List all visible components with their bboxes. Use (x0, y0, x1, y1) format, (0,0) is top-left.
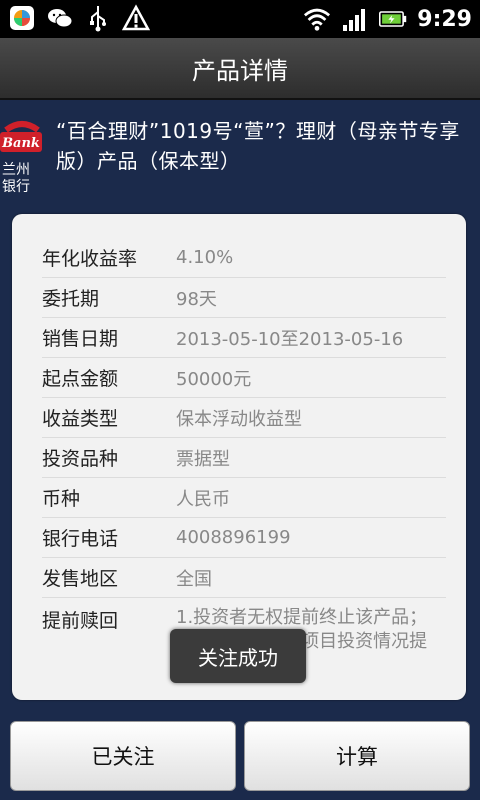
detail-row-term: 委托期 98天 (42, 278, 446, 318)
wifi-icon (303, 5, 331, 33)
detail-list: 年化收益率 4.10% 委托期 98天 销售日期 2013-05-10至2013… (12, 238, 466, 670)
status-bar-system: 9:29 (303, 0, 472, 38)
status-bar-notifications (8, 4, 150, 32)
detail-value: 50000元 (176, 368, 252, 390)
detail-value: 4.10% (176, 247, 234, 268)
detail-label: 提前赎回 (42, 610, 119, 632)
detail-value: 人民币 (176, 488, 230, 510)
detail-label: 投资品种 (42, 448, 119, 470)
status-bar: 9:29 (0, 0, 480, 38)
app-store-icon (8, 4, 36, 32)
detail-label: 银行电话 (42, 528, 119, 550)
detail-row-sale-region: 发售地区 全国 (42, 558, 446, 598)
detail-row-annual-yield: 年化收益率 4.10% (42, 238, 446, 278)
clock-time: 9:29 (417, 6, 472, 32)
title-bar: 产品详情 (0, 38, 480, 100)
warning-icon (122, 4, 150, 32)
page-title: 产品详情 (192, 56, 288, 85)
product-detail-card[interactable]: 年化收益率 4.10% 委托期 98天 销售日期 2013-05-10至2013… (12, 214, 466, 700)
detail-label: 收益类型 (42, 408, 119, 430)
usb-icon (84, 4, 112, 32)
product-header: Bank 兰州银行 “百合理财”1019号“萱”？理财（母亲节专享版）产品（保本… (0, 100, 480, 210)
wechat-icon (46, 4, 74, 32)
detail-row-yield-type: 收益类型 保本浮动收益型 (42, 398, 446, 438)
detail-label: 年化收益率 (42, 248, 138, 270)
detail-value: 2013-05-10至2013-05-16 (176, 328, 404, 350)
detail-row-currency: 币种 人民币 (42, 478, 446, 518)
toast-message: 关注成功 (170, 629, 306, 683)
detail-value: 98天 (176, 288, 217, 310)
followed-button[interactable]: 已关注 (10, 721, 236, 791)
detail-row-bank-phone: 银行电话 4008896199 (42, 518, 446, 558)
bank-logo: Bank (0, 120, 44, 154)
battery-icon (379, 5, 407, 33)
bank-name: 兰州银行 (2, 162, 30, 195)
detail-value: 4008896199 (176, 527, 291, 548)
detail-row-min-amount: 起点金额 50000元 (42, 358, 446, 398)
detail-label: 销售日期 (42, 328, 119, 350)
detail-row-sale-date: 销售日期 2013-05-10至2013-05-16 (42, 318, 446, 358)
detail-label: 币种 (42, 488, 81, 510)
detail-row-investment-type: 投资品种 票据型 (42, 438, 446, 478)
detail-value: 全国 (176, 568, 212, 590)
calculate-button[interactable]: 计算 (244, 721, 470, 791)
detail-label: 发售地区 (42, 568, 119, 590)
detail-label: 起点金额 (42, 368, 119, 390)
signal-icon (341, 5, 369, 33)
detail-value: 票据型 (176, 448, 230, 470)
bank-logo-text: Bank (1, 136, 40, 151)
product-title: “百合理财”1019号“萱”？理财（母亲节专享版）产品（保本型） (56, 119, 460, 173)
detail-label: 委托期 (42, 288, 100, 310)
detail-value: 保本浮动收益型 (176, 408, 302, 430)
